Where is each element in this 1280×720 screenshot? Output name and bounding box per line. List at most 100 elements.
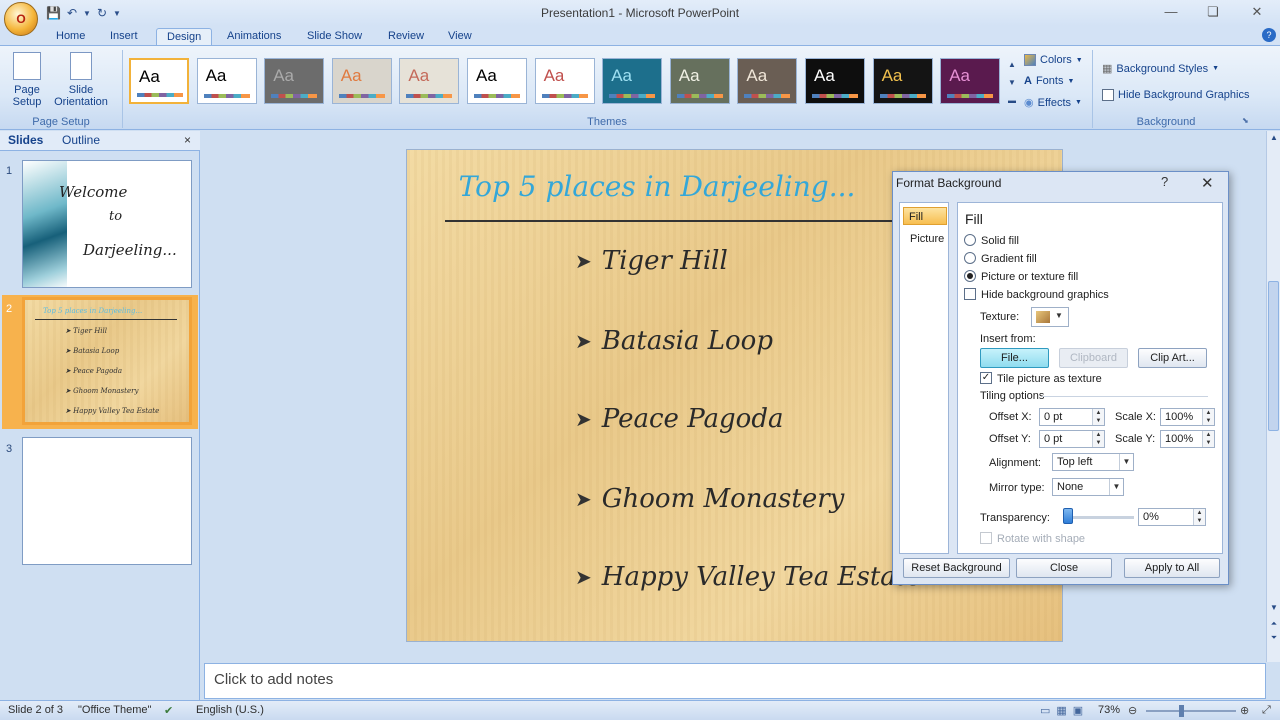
panel-heading: Fill — [965, 211, 983, 227]
theme-thumbnail[interactable]: Aa — [737, 58, 798, 104]
texture-dropdown[interactable]: ▼ — [1031, 307, 1069, 327]
tab-review[interactable]: Review — [378, 28, 434, 46]
theme-thumbnail[interactable]: Aa — [872, 58, 933, 104]
tab-outline[interactable]: Outline — [62, 133, 100, 147]
next-slide-icon[interactable]: ⏷ — [1267, 631, 1280, 645]
spinner-arrows-icon[interactable]: ▲ ▼ — [1202, 409, 1214, 425]
solid-fill-label[interactable]: Solid fill — [981, 235, 1019, 247]
slide-thumbnail-2[interactable]: Top 5 places in Darjeeling... ➤ Tiger Hi… — [22, 297, 192, 425]
spinner-arrows-icon[interactable]: ▲ ▼ — [1193, 509, 1205, 525]
previous-slide-icon[interactable]: ⏶ — [1267, 617, 1280, 631]
theme-thumbnail[interactable]: Aa — [805, 58, 865, 104]
vertical-scrollbar[interactable]: ▲ ▼ ⏶ ⏷ — [1266, 131, 1280, 662]
hide-background-graphics-checkbox[interactable] — [1102, 89, 1114, 101]
theme-thumbnail[interactable]: Aa — [534, 58, 595, 104]
alignment-dropdown[interactable]: Top left ▼ — [1052, 453, 1134, 471]
theme-thumbnail[interactable]: Aa — [467, 58, 527, 104]
zoom-out-icon[interactable]: ⊖ — [1128, 704, 1137, 717]
tab-slides[interactable]: Slides — [8, 133, 43, 147]
scale-x-input[interactable]: 100% ▲ ▼ — [1160, 408, 1215, 426]
zoom-slider[interactable] — [1146, 710, 1236, 712]
slide-thumbnail-3[interactable] — [22, 437, 192, 565]
effects-button[interactable]: ◉ Effects ▼ — [1024, 96, 1082, 110]
offset-y-input[interactable]: 0 pt ▲ ▼ — [1039, 430, 1105, 448]
spinner-arrows-icon[interactable]: ▲ ▼ — [1092, 431, 1104, 447]
offset-x-input[interactable]: 0 pt ▲ ▼ — [1039, 408, 1105, 426]
theme-thumbnail[interactable]: Aa — [129, 58, 189, 104]
tab-slide-show[interactable]: Slide Show — [297, 28, 372, 46]
themes-scroll[interactable]: ▲ ▼ ▬ — [1006, 56, 1018, 110]
rotate-with-shape-checkbox[interactable] — [980, 532, 992, 544]
tab-animations[interactable]: Animations — [217, 28, 291, 46]
clipboard-button[interactable]: Clipboard — [1059, 348, 1128, 368]
theme-thumbnail[interactable]: Aa — [940, 58, 1001, 104]
language-indicator[interactable]: English (U.S.) — [196, 704, 264, 716]
fit-to-window-icon[interactable]: ⤢ — [1262, 704, 1271, 717]
notes-pane[interactable]: Click to add notes — [204, 663, 1266, 699]
gradient-fill-label[interactable]: Gradient fill — [981, 253, 1037, 265]
tab-view[interactable]: View — [438, 28, 482, 46]
theme-thumbnail[interactable]: Aa — [196, 58, 257, 104]
apply-to-all-button[interactable]: Apply to All — [1124, 558, 1220, 578]
bullet-item[interactable]: ➤ Batasia Loop — [575, 326, 773, 356]
zoom-slider-thumb[interactable] — [1179, 705, 1184, 717]
dialog-launcher-icon[interactable]: ⬊ — [1242, 116, 1249, 125]
hide-background-graphics-toggle[interactable]: Hide Background Graphics — [1102, 89, 1249, 101]
tab-design[interactable]: Design — [156, 28, 213, 46]
scroll-up-icon[interactable]: ▲ — [1267, 131, 1280, 145]
theme-thumbnail[interactable]: Aa — [399, 58, 460, 104]
scroll-down-icon[interactable]: ▼ — [1267, 601, 1280, 615]
picture-fill-label[interactable]: Picture or texture fill — [981, 271, 1078, 283]
picture-fill-radio[interactable] — [964, 270, 976, 282]
office-button[interactable]: O — [4, 2, 38, 36]
zoom-in-icon[interactable]: ⊕ — [1240, 704, 1249, 717]
nav-picture[interactable]: Picture — [903, 230, 947, 248]
close-icon[interactable]: ✕ — [1201, 174, 1214, 192]
restore-button[interactable]: ❏ — [1200, 4, 1226, 20]
spinner-arrows-icon[interactable]: ▲ ▼ — [1202, 431, 1214, 447]
bullet-item[interactable]: ➤ Ghoom Monastery — [575, 484, 844, 514]
scroll-thumb[interactable] — [1268, 281, 1279, 431]
slide-orientation-button[interactable]: Slide Orientation — [48, 52, 114, 108]
hide-graphics-label[interactable]: Hide background graphics — [981, 289, 1109, 301]
scale-y-input[interactable]: 100% ▲ ▼ — [1160, 430, 1215, 448]
spell-check-icon[interactable]: ✔ — [164, 704, 173, 717]
minimize-button[interactable]: — — [1158, 4, 1184, 20]
bullet-item[interactable]: ➤ Happy Valley Tea Estate — [575, 562, 922, 592]
tab-insert[interactable]: Insert — [100, 28, 148, 46]
mirror-type-dropdown[interactable]: None ▼ — [1052, 478, 1124, 496]
transparency-slider[interactable] — [1064, 516, 1134, 519]
page-setup-button[interactable]: Page Setup — [8, 52, 46, 108]
close-pane-icon[interactable]: × — [184, 133, 191, 147]
theme-thumbnail[interactable]: Aa — [669, 58, 730, 104]
slide-title[interactable]: Top 5 places in Darjeeling... — [407, 170, 907, 203]
help-button[interactable]: ? — [1161, 174, 1168, 189]
close-window-button[interactable]: ✕ — [1244, 4, 1270, 20]
background-styles-button[interactable]: ▦ Background Styles ▼ — [1102, 62, 1219, 76]
nav-fill[interactable]: Fill — [903, 207, 947, 225]
theme-thumbnail[interactable]: Aa — [331, 58, 392, 104]
help-icon[interactable]: ? — [1262, 28, 1276, 42]
spinner-arrows-icon[interactable]: ▲ ▼ — [1092, 409, 1104, 425]
solid-fill-radio[interactable] — [964, 234, 976, 246]
fonts-button[interactable]: A Fonts ▼ — [1024, 75, 1074, 87]
bullet-item[interactable]: ➤ Tiger Hill — [575, 246, 728, 276]
file-button[interactable]: File... — [980, 348, 1049, 368]
transparency-input[interactable]: 0% ▲ ▼ — [1138, 508, 1206, 526]
colors-button[interactable]: Colors ▼ — [1024, 54, 1083, 66]
close-button[interactable]: Close — [1016, 558, 1112, 578]
slide-thumbnail-1[interactable]: Welcome to Darjeeling... — [22, 160, 192, 288]
hide-graphics-checkbox[interactable] — [964, 288, 976, 300]
tile-picture-label[interactable]: Tile picture as texture — [997, 373, 1102, 385]
gradient-fill-radio[interactable] — [964, 252, 976, 264]
tab-home[interactable]: Home — [46, 28, 95, 46]
bullet-item[interactable]: ➤ Peace Pagoda — [575, 404, 783, 434]
theme-thumbnail[interactable]: Aa — [264, 58, 325, 104]
reset-background-button[interactable]: Reset Background — [903, 558, 1010, 578]
zoom-level[interactable]: 73% — [1098, 704, 1120, 716]
clip-art-button[interactable]: Clip Art... — [1138, 348, 1207, 368]
theme-thumbnail[interactable]: Aa — [602, 58, 663, 104]
transparency-slider-thumb[interactable] — [1063, 508, 1073, 524]
tile-picture-checkbox[interactable]: ✓ — [980, 372, 992, 384]
view-buttons[interactable]: ▭▦▣ — [1040, 704, 1089, 717]
